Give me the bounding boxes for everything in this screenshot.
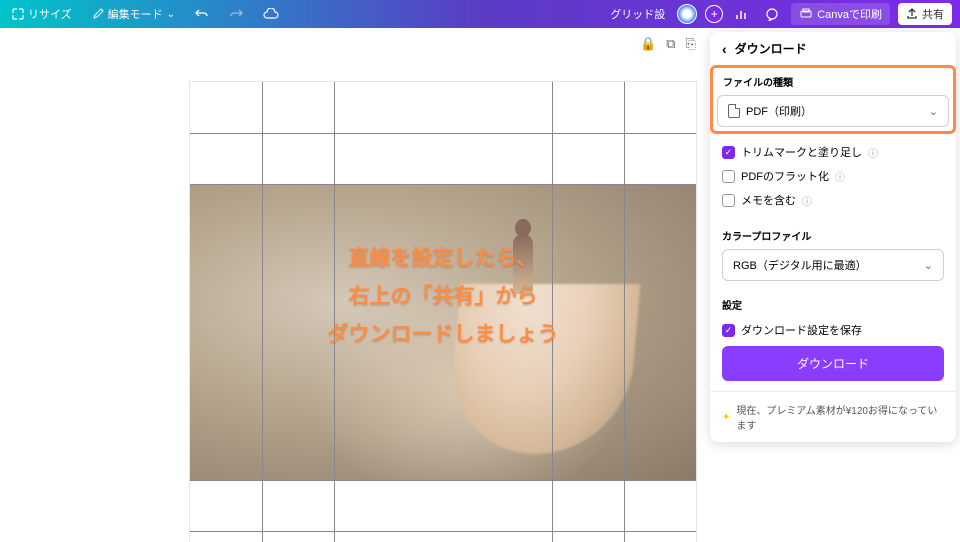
comment-button[interactable] xyxy=(761,5,783,23)
copy-icon[interactable]: ⧉ xyxy=(666,36,675,52)
info-icon[interactable]: ⓘ xyxy=(835,169,845,184)
grid-line xyxy=(624,82,625,542)
chart-icon xyxy=(735,7,749,21)
edit-mode-button[interactable]: 編集モード xyxy=(88,4,179,24)
artboard[interactable]: 直線を設定したら、 右上の「共有」から ダウンロードしましょう xyxy=(190,82,696,542)
flatten-pdf-row[interactable]: PDFのフラット化 ⓘ xyxy=(722,164,944,188)
grid-button[interactable]: グリッド設 xyxy=(606,4,669,24)
document-icon xyxy=(728,104,740,118)
checkbox-icon xyxy=(722,170,735,183)
options-section: ✓ トリムマークと塗り足し ⓘ PDFのフラット化 ⓘ メモを含む ⓘ xyxy=(710,134,956,222)
grid-label: グリッド設 xyxy=(610,6,665,22)
overlay-text-2: 右上の「共有」から xyxy=(349,280,538,314)
overlay-text-1: 直線を設定したら、 xyxy=(349,242,538,276)
include-notes-label: メモを含む xyxy=(741,192,796,208)
panel-title: ダウンロード xyxy=(735,40,807,57)
edit-mode-label: 編集モード xyxy=(108,6,163,22)
file-type-label: ファイルの種類 xyxy=(717,72,949,89)
info-icon[interactable]: ⓘ xyxy=(868,145,878,160)
add-button[interactable]: + xyxy=(705,5,723,23)
info-icon[interactable]: ⓘ xyxy=(802,193,812,208)
resize-button[interactable]: リサイズ xyxy=(8,4,76,24)
color-profile-label: カラープロファイル xyxy=(722,228,944,243)
file-type-select[interactable]: PDF（印刷） ⌄ xyxy=(717,95,949,127)
flatten-pdf-label: PDFのフラット化 xyxy=(741,168,829,184)
grid-line xyxy=(190,133,696,134)
avatar[interactable] xyxy=(677,4,697,24)
grid-line xyxy=(190,480,696,481)
undo-icon xyxy=(195,7,209,21)
back-button[interactable]: ‹ xyxy=(722,41,727,57)
checkbox-checked-icon: ✓ xyxy=(722,324,735,337)
comment-icon xyxy=(765,7,779,21)
chevron-down-icon: ⌄ xyxy=(929,105,938,118)
grid-line xyxy=(190,531,696,532)
grid-line xyxy=(262,82,263,542)
share-icon xyxy=(906,8,918,20)
download-panel: ‹ ダウンロード ファイルの種類 PDF（印刷） ⌄ ✓ トリムマークと塗り足し… xyxy=(710,32,956,442)
color-profile-value: RGB（デジタル用に最適） xyxy=(733,257,867,273)
save-settings-row[interactable]: ✓ ダウンロード設定を保存 xyxy=(722,318,944,342)
checkbox-checked-icon: ✓ xyxy=(722,146,735,159)
redo-button[interactable] xyxy=(225,5,247,23)
resize-icon xyxy=(12,8,24,20)
undo-button[interactable] xyxy=(191,5,213,23)
file-type-section: ファイルの種類 PDF（印刷） ⌄ xyxy=(710,65,956,134)
cloud-button[interactable] xyxy=(259,6,283,22)
overlay-text-3: ダウンロードしましょう xyxy=(328,318,559,352)
settings-section: 設定 ✓ ダウンロード設定を保存 ダウンロード xyxy=(710,291,956,391)
color-profile-section: カラープロファイル RGB（デジタル用に最適） ⌄ xyxy=(710,222,956,291)
print-label: Canvaで印刷 xyxy=(817,6,882,22)
grid-line xyxy=(190,184,696,185)
panel-header: ‹ ダウンロード xyxy=(710,32,956,65)
premium-note-text: 現在、プレミアム素材が¥120お得になっています xyxy=(736,402,944,432)
redo-icon xyxy=(229,7,243,21)
include-notes-row[interactable]: メモを含む ⓘ xyxy=(722,188,944,212)
cloud-icon xyxy=(263,8,279,20)
color-profile-select[interactable]: RGB（デジタル用に最適） ⌄ xyxy=(722,249,944,281)
pencil-icon xyxy=(92,8,104,20)
canvas-tools: 🔒 ⧉ ⎘ xyxy=(640,36,696,52)
trim-marks-row[interactable]: ✓ トリムマークと塗り足し ⓘ xyxy=(722,140,944,164)
file-type-value: PDF（印刷） xyxy=(746,103,812,119)
print-icon xyxy=(799,8,813,20)
checkbox-icon xyxy=(722,194,735,207)
analytics-button[interactable] xyxy=(731,5,753,23)
chevron-down-icon: ⌄ xyxy=(924,259,933,272)
resize-label: リサイズ xyxy=(28,6,72,22)
download-button[interactable]: ダウンロード xyxy=(722,346,944,381)
chevron-down-icon xyxy=(167,8,175,20)
grid-line xyxy=(334,82,335,542)
grid-line xyxy=(552,82,553,542)
share-label: 共有 xyxy=(922,6,944,22)
share-button[interactable]: 共有 xyxy=(898,3,952,25)
save-settings-label: ダウンロード設定を保存 xyxy=(741,322,862,338)
settings-label: 設定 xyxy=(722,297,944,312)
top-toolbar: リサイズ 編集モード グリッド設 + Canvaで印刷 xyxy=(0,0,960,28)
premium-note: ✦ 現在、プレミアム素材が¥120お得になっています xyxy=(710,391,956,442)
duplicate-icon[interactable]: ⎘ xyxy=(685,36,695,52)
trim-marks-label: トリムマークと塗り足し xyxy=(741,144,862,160)
sparkle-icon: ✦ xyxy=(722,412,730,423)
lock-icon[interactable]: 🔒 xyxy=(640,36,656,52)
print-button[interactable]: Canvaで印刷 xyxy=(791,3,890,25)
